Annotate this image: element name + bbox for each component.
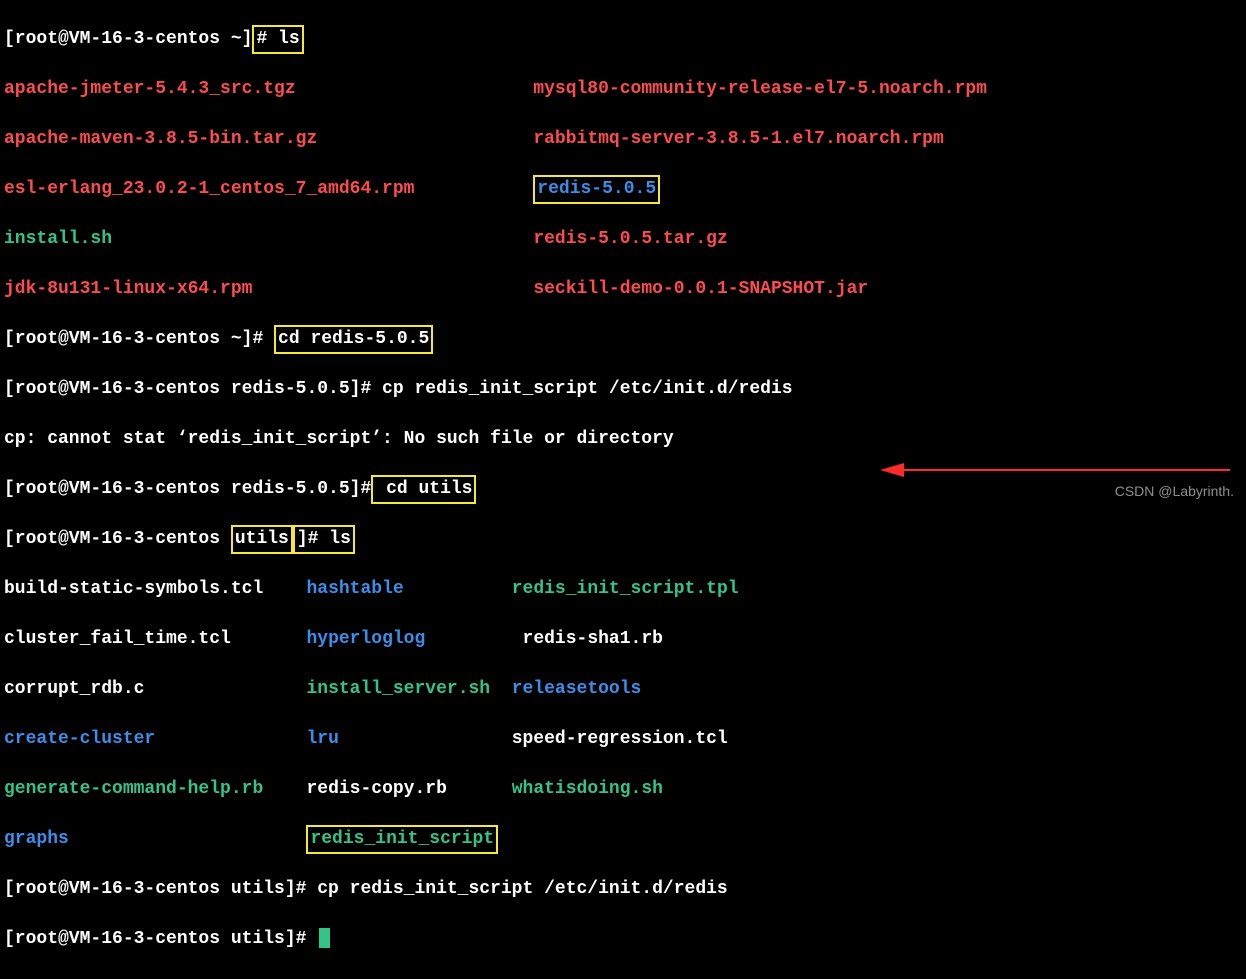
file: redis-copy.rb	[306, 779, 446, 799]
hl-init-script: redis_init_script	[306, 825, 498, 854]
file: redis_init_script.tpl	[512, 579, 739, 599]
prompt: [root@VM-16-3-centos utils]#	[4, 929, 317, 949]
hl-cd-utils: cd utils	[371, 475, 476, 504]
file: redis-5.0.5.tar.gz	[533, 229, 727, 249]
file: redis-sha1.rb	[523, 629, 663, 649]
prompt: [root@VM-16-3-centos ~]#	[4, 329, 274, 349]
hl-utils: utils	[231, 525, 293, 554]
file: esl-erlang_23.0.2-1_centos_7_amd64.rpm	[4, 179, 414, 199]
file: cluster_fail_time.tcl	[4, 629, 231, 649]
hl-redis-dir: redis-5.0.5	[533, 175, 660, 204]
file: apache-maven-3.8.5-bin.tar.gz	[4, 129, 317, 149]
file: jdk-8u131-linux-x64.rpm	[4, 279, 252, 299]
file: mysql80-community-release-el7-5.noarch.r…	[533, 79, 987, 99]
file: build-static-symbols.tcl	[4, 579, 263, 599]
hl-ls: # ls	[252, 25, 303, 54]
file: speed-regression.tcl	[512, 729, 728, 749]
file: seckill-demo-0.0.1-SNAPSHOT.jar	[533, 279, 868, 299]
dir: releasetools	[512, 679, 642, 699]
dir: lru	[306, 729, 338, 749]
file: generate-command-help.rb	[4, 779, 263, 799]
watermark: CSDN @Labyrinth.	[1115, 479, 1234, 504]
dir: hashtable	[306, 579, 403, 599]
file: whatisdoing.sh	[512, 779, 663, 799]
file: install.sh	[4, 229, 112, 249]
prompt-part: [root@VM-16-3-centos	[4, 529, 231, 549]
hl-cd-redis: cd redis-5.0.5	[274, 325, 433, 354]
terminal[interactable]: [root@VM-16-3-centos ~]# ls apache-jmete…	[0, 0, 1246, 979]
cursor	[319, 928, 330, 948]
output: [root@VM-16-3-centos redis-5.0.5]# cp re…	[4, 377, 1242, 402]
file: install_server.sh	[306, 679, 490, 699]
prompt: [root@VM-16-3-centos ~]	[4, 29, 252, 49]
file: rabbitmq-server-3.8.5-1.el7.noarch.rpm	[533, 129, 943, 149]
output: cp: cannot stat ‘redis_init_script’: No …	[4, 427, 1242, 452]
prompt: [root@VM-16-3-centos redis-5.0.5]#	[4, 479, 371, 499]
dir: create-cluster	[4, 729, 155, 749]
file: apache-jmeter-5.4.3_src.tgz	[4, 79, 296, 99]
dir: graphs	[4, 829, 69, 849]
output: [root@VM-16-3-centos utils]# cp redis_in…	[4, 877, 1242, 902]
dir: hyperloglog	[306, 629, 425, 649]
file: corrupt_rdb.c	[4, 679, 144, 699]
hl-ls2: ]# ls	[293, 525, 355, 554]
